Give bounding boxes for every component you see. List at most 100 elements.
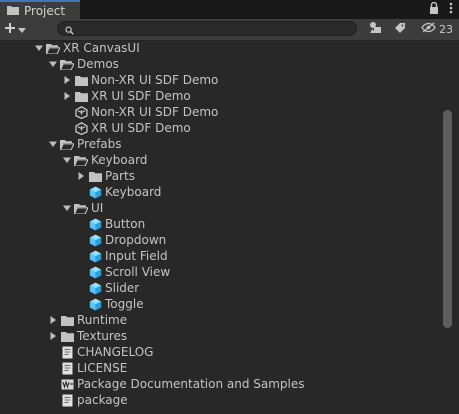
prefab-icon xyxy=(88,281,102,295)
tree-item[interactable]: Non-XR UI SDF Demo xyxy=(0,104,440,120)
tree-item[interactable]: Demos xyxy=(0,56,440,72)
toolbar-filters: 23 xyxy=(364,20,459,38)
folder-open-icon xyxy=(60,57,74,71)
arrow-spacer xyxy=(76,283,86,293)
arrow-spacer xyxy=(76,267,86,277)
project-tree: XR CanvasUI Demos Non-XR UI SDF Demo XR UI … xyxy=(0,40,440,414)
expand-arrow-down-icon[interactable] xyxy=(62,203,72,213)
tree-item-label: Runtime xyxy=(77,313,128,327)
tree-item[interactable]: Non-XR UI SDF Demo xyxy=(0,72,440,88)
tree-item[interactable]: XR UI SDF Demo xyxy=(0,88,440,104)
prefab-icon xyxy=(88,297,102,311)
arrow-spacer xyxy=(62,123,72,133)
eye-slash-icon xyxy=(421,22,436,36)
tree-item-label: Input Field xyxy=(105,249,168,263)
tree-item-label: Keyboard xyxy=(105,185,162,199)
tree-item-label: XR UI SDF Demo xyxy=(91,121,191,135)
tree-item[interactable]: Slider xyxy=(0,280,440,296)
text-file-icon xyxy=(60,345,74,359)
folder-icon xyxy=(88,169,102,183)
vertical-scrollbar[interactable] xyxy=(441,40,454,414)
tree-item-label: Toggle xyxy=(105,297,144,311)
text-file-icon xyxy=(60,361,74,375)
tree-item[interactable]: Toggle xyxy=(0,296,440,312)
text-file-icon xyxy=(60,393,74,407)
prefab-icon xyxy=(88,233,102,247)
arrow-spacer xyxy=(76,251,86,261)
prefab-icon xyxy=(88,249,102,263)
tree-item-label: Button xyxy=(105,217,146,231)
hidden-count: 23 xyxy=(439,22,453,36)
hidden-packages-toggle[interactable]: 23 xyxy=(414,20,459,38)
folder-open-icon xyxy=(74,201,88,215)
tree-item-label: XR CanvasUI xyxy=(63,41,140,55)
unity-scene-icon xyxy=(74,121,88,135)
tree-item[interactable]: Keyboard xyxy=(0,184,440,200)
prefab-icon xyxy=(88,217,102,231)
tab-label: Project xyxy=(24,4,66,18)
tree-item-label: Non-XR UI SDF Demo xyxy=(91,105,219,119)
folder-icon xyxy=(74,73,88,87)
scrollbar-thumb[interactable] xyxy=(443,110,452,328)
tree-item-label: CHANGELOG xyxy=(77,345,154,359)
tree-item[interactable]: UI xyxy=(0,200,440,216)
tab-project[interactable]: Project xyxy=(0,0,80,20)
tab-bar: Project xyxy=(0,0,459,20)
unity-scene-icon xyxy=(74,105,88,119)
tree-item[interactable]: Scroll View xyxy=(0,264,440,280)
more-options-icon[interactable] xyxy=(449,2,453,17)
toolbar: 23 xyxy=(0,19,459,41)
tree-item-label: Textures xyxy=(77,329,128,343)
create-button[interactable] xyxy=(4,21,34,38)
tree-item[interactable]: package xyxy=(0,392,440,408)
expand-arrow-down-icon[interactable] xyxy=(48,139,58,149)
tree-item[interactable]: Button xyxy=(0,216,440,232)
tree-item[interactable]: Textures xyxy=(0,328,440,344)
expand-arrow-right-icon[interactable] xyxy=(48,315,58,325)
folder-icon xyxy=(74,89,88,103)
expand-arrow-down-icon[interactable] xyxy=(48,59,58,69)
tree-item-label: Package Documentation and Samples xyxy=(77,377,305,391)
search-input[interactable] xyxy=(57,21,357,36)
tag-icon xyxy=(394,22,406,37)
expand-arrow-right-icon[interactable] xyxy=(48,331,58,341)
expand-arrow-down-icon[interactable] xyxy=(34,43,44,53)
tree-item[interactable]: Prefabs xyxy=(0,136,440,152)
arrow-spacer xyxy=(76,299,86,309)
arrow-spacer xyxy=(76,235,86,245)
tree-item[interactable]: Dropdown xyxy=(0,232,440,248)
tree-item[interactable]: CHANGELOG xyxy=(0,344,440,360)
tree-item[interactable]: Keyboard xyxy=(0,152,440,168)
tree-item-label: Prefabs xyxy=(77,137,122,151)
search-by-label-button[interactable] xyxy=(389,20,411,38)
arrow-spacer xyxy=(76,187,86,197)
tab-actions xyxy=(429,1,453,17)
plus-icon xyxy=(4,22,16,37)
doc-link-icon xyxy=(60,377,74,391)
expand-arrow-right-icon[interactable] xyxy=(62,91,72,101)
expand-arrow-right-icon[interactable] xyxy=(76,171,86,181)
tree-item[interactable]: XR UI SDF Demo xyxy=(0,120,440,136)
tree-item-label: Non-XR UI SDF Demo xyxy=(91,73,219,87)
tree-item[interactable]: Parts xyxy=(0,168,440,184)
expand-arrow-down-icon[interactable] xyxy=(62,155,72,165)
tree-item-label: XR UI SDF Demo xyxy=(91,89,191,103)
lock-icon[interactable] xyxy=(429,1,439,17)
folder-open-icon xyxy=(60,137,74,151)
tree-item[interactable]: XR CanvasUI xyxy=(0,40,440,56)
folder-icon xyxy=(7,4,19,18)
project-window: Project 23 XR CanvasUI Demos Non-XR UI S… xyxy=(0,0,459,414)
tree-item[interactable]: LICENSE xyxy=(0,360,440,376)
tree-item-label: UI xyxy=(91,201,104,215)
tree-item[interactable]: Input Field xyxy=(0,248,440,264)
tree-item-label: Scroll View xyxy=(105,265,171,279)
expand-arrow-right-icon[interactable] xyxy=(62,75,72,85)
tree-item[interactable]: Runtime xyxy=(0,312,440,328)
arrow-spacer xyxy=(62,107,72,117)
search-by-type-button[interactable] xyxy=(364,20,386,38)
folder-icon xyxy=(60,329,74,343)
arrow-spacer xyxy=(48,347,58,357)
tree-item-label: Slider xyxy=(105,281,140,295)
tree-item[interactable]: Package Documentation and Samples xyxy=(0,376,440,392)
folder-open-icon xyxy=(74,153,88,167)
